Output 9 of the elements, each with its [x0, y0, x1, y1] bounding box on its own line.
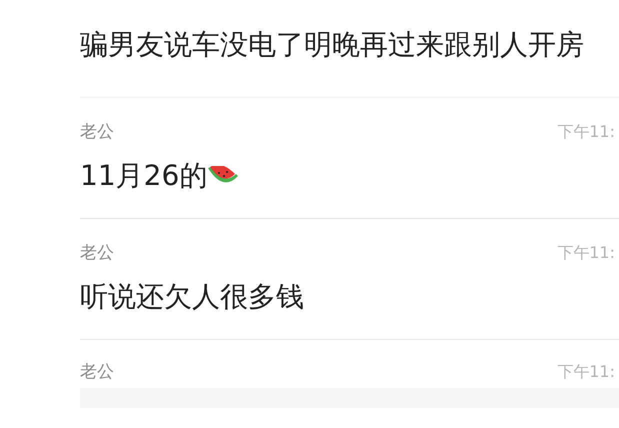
message-text: 骗男友说车没电了明晚再过来跟别人开房 [80, 27, 584, 63]
sender-name: 老公 [80, 243, 114, 263]
sender-name: 老公 [80, 362, 114, 382]
message-time: 下午11: [557, 243, 616, 263]
sender-name: 老公 [80, 122, 114, 142]
message-time: 下午11: [557, 362, 616, 382]
message-text: 听说还欠人很多钱 [80, 279, 304, 315]
message-text: 11月26的 [80, 158, 208, 194]
message-time: 下午11: [557, 122, 616, 142]
